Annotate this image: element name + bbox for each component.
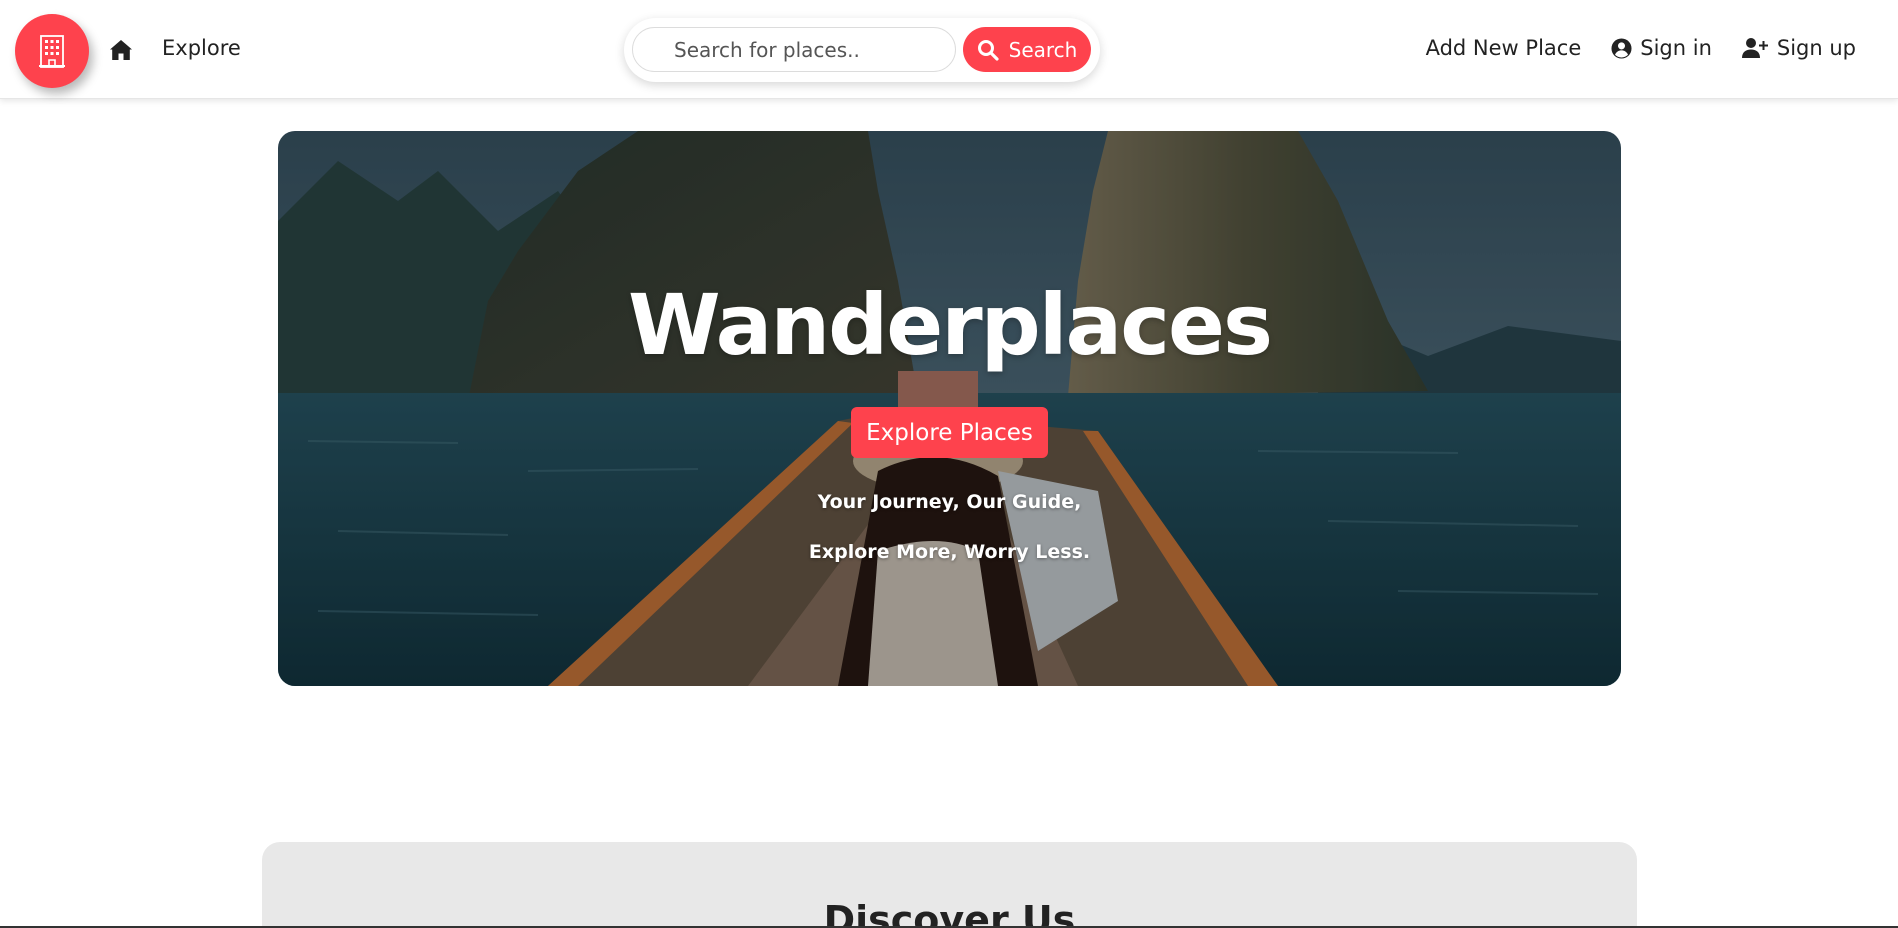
sign-up-link[interactable]: Sign up [1741, 36, 1856, 60]
nav-explore-link[interactable]: Explore [162, 36, 241, 60]
navbar: Explore Search Add New Place Sign in [0, 0, 1898, 99]
logo[interactable] [15, 14, 89, 88]
search-button[interactable]: Search [963, 27, 1091, 72]
sign-in-label: Sign in [1640, 36, 1712, 60]
discover-section: Discover Us [262, 842, 1637, 928]
home-icon [110, 40, 132, 60]
building-icon [39, 35, 65, 68]
hero-tagline-2: Explore More, Worry Less. [808, 541, 1091, 563]
search-bar: Search [624, 18, 1100, 82]
add-new-place-label: Add New Place [1425, 36, 1582, 60]
explore-places-button[interactable]: Explore Places [851, 407, 1048, 458]
sign-in-link[interactable]: Sign in [1611, 36, 1712, 60]
search-button-label: Search [1008, 37, 1078, 62]
user-plus-icon [1741, 38, 1768, 58]
user-circle-icon [1611, 37, 1632, 59]
hero-banner: Wanderplaces Explore Places Your Journey… [278, 131, 1621, 686]
sign-up-label: Sign up [1776, 36, 1856, 60]
search-icon [977, 39, 999, 61]
discover-title: Discover Us [823, 898, 1076, 928]
add-new-place-link[interactable]: Add New Place [1426, 36, 1582, 60]
home-link[interactable] [108, 37, 134, 63]
search-input[interactable] [632, 27, 956, 72]
hero-content: Wanderplaces Explore Places Your Journey… [278, 131, 1621, 686]
hero-title: Wanderplaces [627, 276, 1273, 374]
nav-right: Add New Place Sign in Sign up [1426, 36, 1856, 60]
hero-tagline-1: Your Journey, Our Guide, [817, 491, 1082, 513]
